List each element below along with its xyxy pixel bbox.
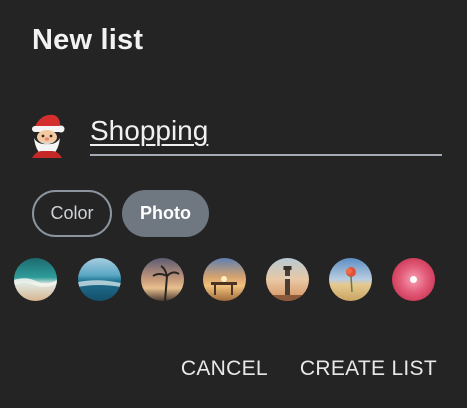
ocean-shore-photo[interactable]: [78, 258, 121, 301]
photo-option-chip[interactable]: Photo: [122, 190, 209, 237]
photo-picker-row: [0, 258, 467, 304]
dialog-actions: CANCEL CREATE LIST: [181, 357, 437, 381]
pink-flower-photo[interactable]: [392, 258, 435, 301]
poppy-field-photo[interactable]: [329, 258, 372, 301]
photo-option-label: Photo: [140, 203, 191, 223]
pier-sunset-photo[interactable]: [203, 258, 246, 301]
beach-waves-photo[interactable]: [14, 258, 57, 301]
palm-sunset-photo[interactable]: [141, 258, 184, 301]
list-name-row: [26, 108, 446, 158]
list-name-input[interactable]: [90, 108, 442, 156]
cancel-button[interactable]: CANCEL: [181, 357, 268, 381]
color-option-chip[interactable]: Color: [32, 190, 112, 237]
dialog-title: New list: [32, 24, 144, 56]
santa-claus-icon[interactable]: [26, 111, 70, 159]
create-list-button[interactable]: CREATE LIST: [300, 357, 437, 381]
color-option-label: Color: [50, 203, 94, 223]
lighthouse-photo[interactable]: [266, 258, 309, 301]
new-list-dialog: New list Color Photo: [0, 0, 467, 408]
